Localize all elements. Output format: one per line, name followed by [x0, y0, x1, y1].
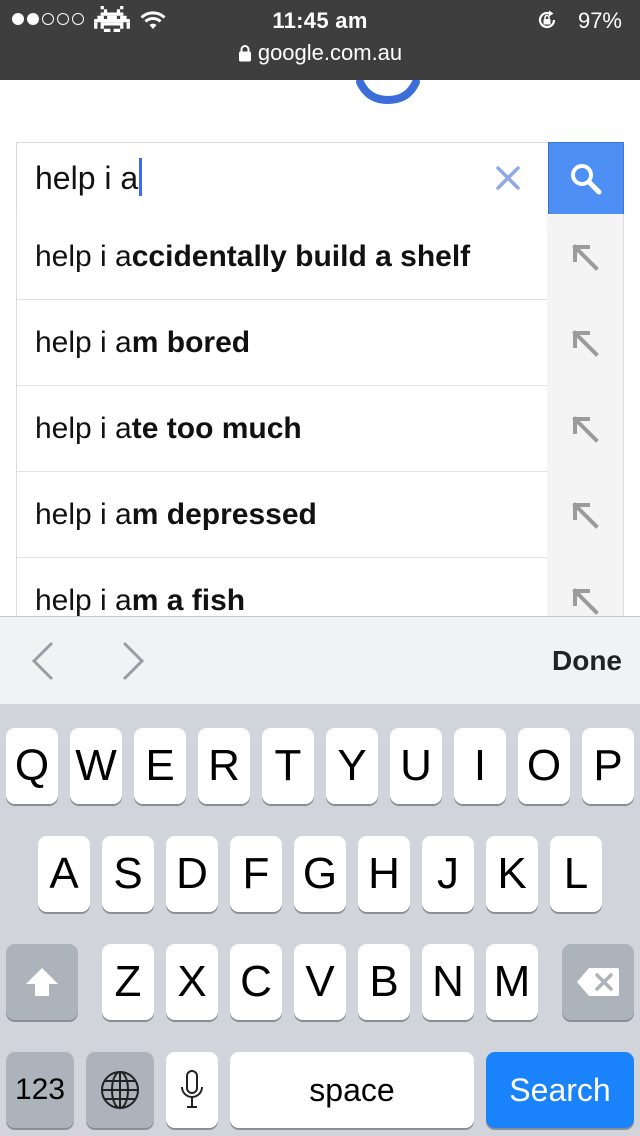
- dictation-key[interactable]: [166, 1052, 218, 1128]
- key-c[interactable]: C: [230, 944, 282, 1020]
- suggestion-item[interactable]: help i ate too much: [17, 386, 623, 472]
- fill-query-button[interactable]: [547, 472, 623, 558]
- arrow-up-left-icon: [572, 330, 599, 357]
- suggestion-text: help i accidentally build a shelf: [35, 240, 471, 273]
- backspace-icon: [577, 968, 619, 996]
- fill-query-button[interactable]: [547, 558, 623, 616]
- chevron-right-icon[interactable]: [114, 639, 150, 683]
- suggestion-text: help i am bored: [35, 326, 251, 359]
- key-z[interactable]: Z: [102, 944, 154, 1020]
- key-y[interactable]: Y: [326, 728, 378, 804]
- suggestion-item[interactable]: help i accidentally build a shelf: [17, 214, 623, 300]
- key-n[interactable]: N: [422, 944, 474, 1020]
- fill-query-button[interactable]: [547, 386, 623, 472]
- arrow-up-left-icon: [572, 588, 599, 615]
- key-l[interactable]: L: [550, 836, 602, 912]
- search-button[interactable]: [548, 142, 624, 215]
- suggestion-text: help i ate too much: [35, 412, 302, 445]
- key-j[interactable]: J: [422, 836, 474, 912]
- status-row: 11:45 am 97%: [0, 0, 640, 42]
- key-s[interactable]: S: [102, 836, 154, 912]
- shift-arrow-icon: [26, 968, 58, 996]
- key-w[interactable]: W: [70, 728, 122, 804]
- key-r[interactable]: R: [198, 728, 250, 804]
- url-text: google.com.au: [257, 40, 403, 65]
- search-key[interactable]: Search: [486, 1052, 634, 1128]
- suggestion-text: help i am depressed: [35, 498, 317, 531]
- suggestion-item[interactable]: help i am bored: [17, 300, 623, 386]
- suggestion-item[interactable]: help i am a fish: [17, 558, 623, 616]
- key-f[interactable]: F: [230, 836, 282, 912]
- key-b[interactable]: B: [358, 944, 410, 1020]
- key-o[interactable]: O: [518, 728, 570, 804]
- key-a[interactable]: A: [38, 836, 90, 912]
- microphone-icon: [181, 1070, 203, 1108]
- suggestion-list: help i accidentally build a shelf help i…: [16, 214, 624, 616]
- key-h[interactable]: H: [358, 836, 410, 912]
- lock-icon: [238, 45, 251, 62]
- key-u[interactable]: U: [390, 728, 442, 804]
- status-bar: 11:45 am 97% google.com.au: [0, 0, 640, 80]
- delete-key[interactable]: [562, 944, 634, 1020]
- key-i[interactable]: I: [454, 728, 506, 804]
- search-input[interactable]: help i a: [35, 157, 143, 199]
- key-p[interactable]: P: [582, 728, 634, 804]
- search-query: help i a: [35, 160, 139, 196]
- search-box[interactable]: help i a: [16, 142, 624, 215]
- chevron-left-icon[interactable]: [26, 639, 62, 683]
- form-assistant-bar: Done: [0, 616, 640, 704]
- space-key[interactable]: space: [230, 1052, 474, 1128]
- key-k[interactable]: K: [486, 836, 538, 912]
- rotation-lock-icon: [538, 10, 556, 29]
- fill-query-button[interactable]: [547, 300, 623, 386]
- key-g[interactable]: G: [294, 836, 346, 912]
- shift-key[interactable]: [6, 944, 78, 1020]
- done-button[interactable]: Done: [552, 645, 622, 677]
- globe-key[interactable]: [86, 1052, 154, 1128]
- suggestion-item[interactable]: help i am depressed: [17, 472, 623, 558]
- key-v[interactable]: V: [294, 944, 346, 1020]
- key-e[interactable]: E: [134, 728, 186, 804]
- suggestion-text: help i am a fish: [35, 584, 246, 616]
- clear-x-icon[interactable]: [495, 165, 521, 191]
- magnifier-icon: [571, 163, 602, 194]
- arrow-up-left-icon: [572, 502, 599, 529]
- arrow-up-left-icon: [572, 244, 599, 271]
- address-bar[interactable]: google.com.au: [0, 40, 640, 66]
- numbers-key[interactable]: 123: [6, 1052, 74, 1128]
- key-t[interactable]: T: [262, 728, 314, 804]
- battery-percentage: 97%: [577, 8, 622, 33]
- fill-query-button[interactable]: [547, 214, 623, 300]
- key-d[interactable]: D: [166, 836, 218, 912]
- arrow-up-left-icon: [572, 416, 599, 443]
- keyboard: Q W E R T Y U I O P A S D F G H J K L Z …: [0, 704, 640, 1136]
- key-q[interactable]: Q: [6, 728, 58, 804]
- text-caret: [139, 158, 143, 196]
- key-x[interactable]: X: [166, 944, 218, 1020]
- google-logo-fragment: [356, 80, 420, 104]
- key-m[interactable]: M: [486, 944, 538, 1020]
- globe-icon: [101, 1071, 139, 1109]
